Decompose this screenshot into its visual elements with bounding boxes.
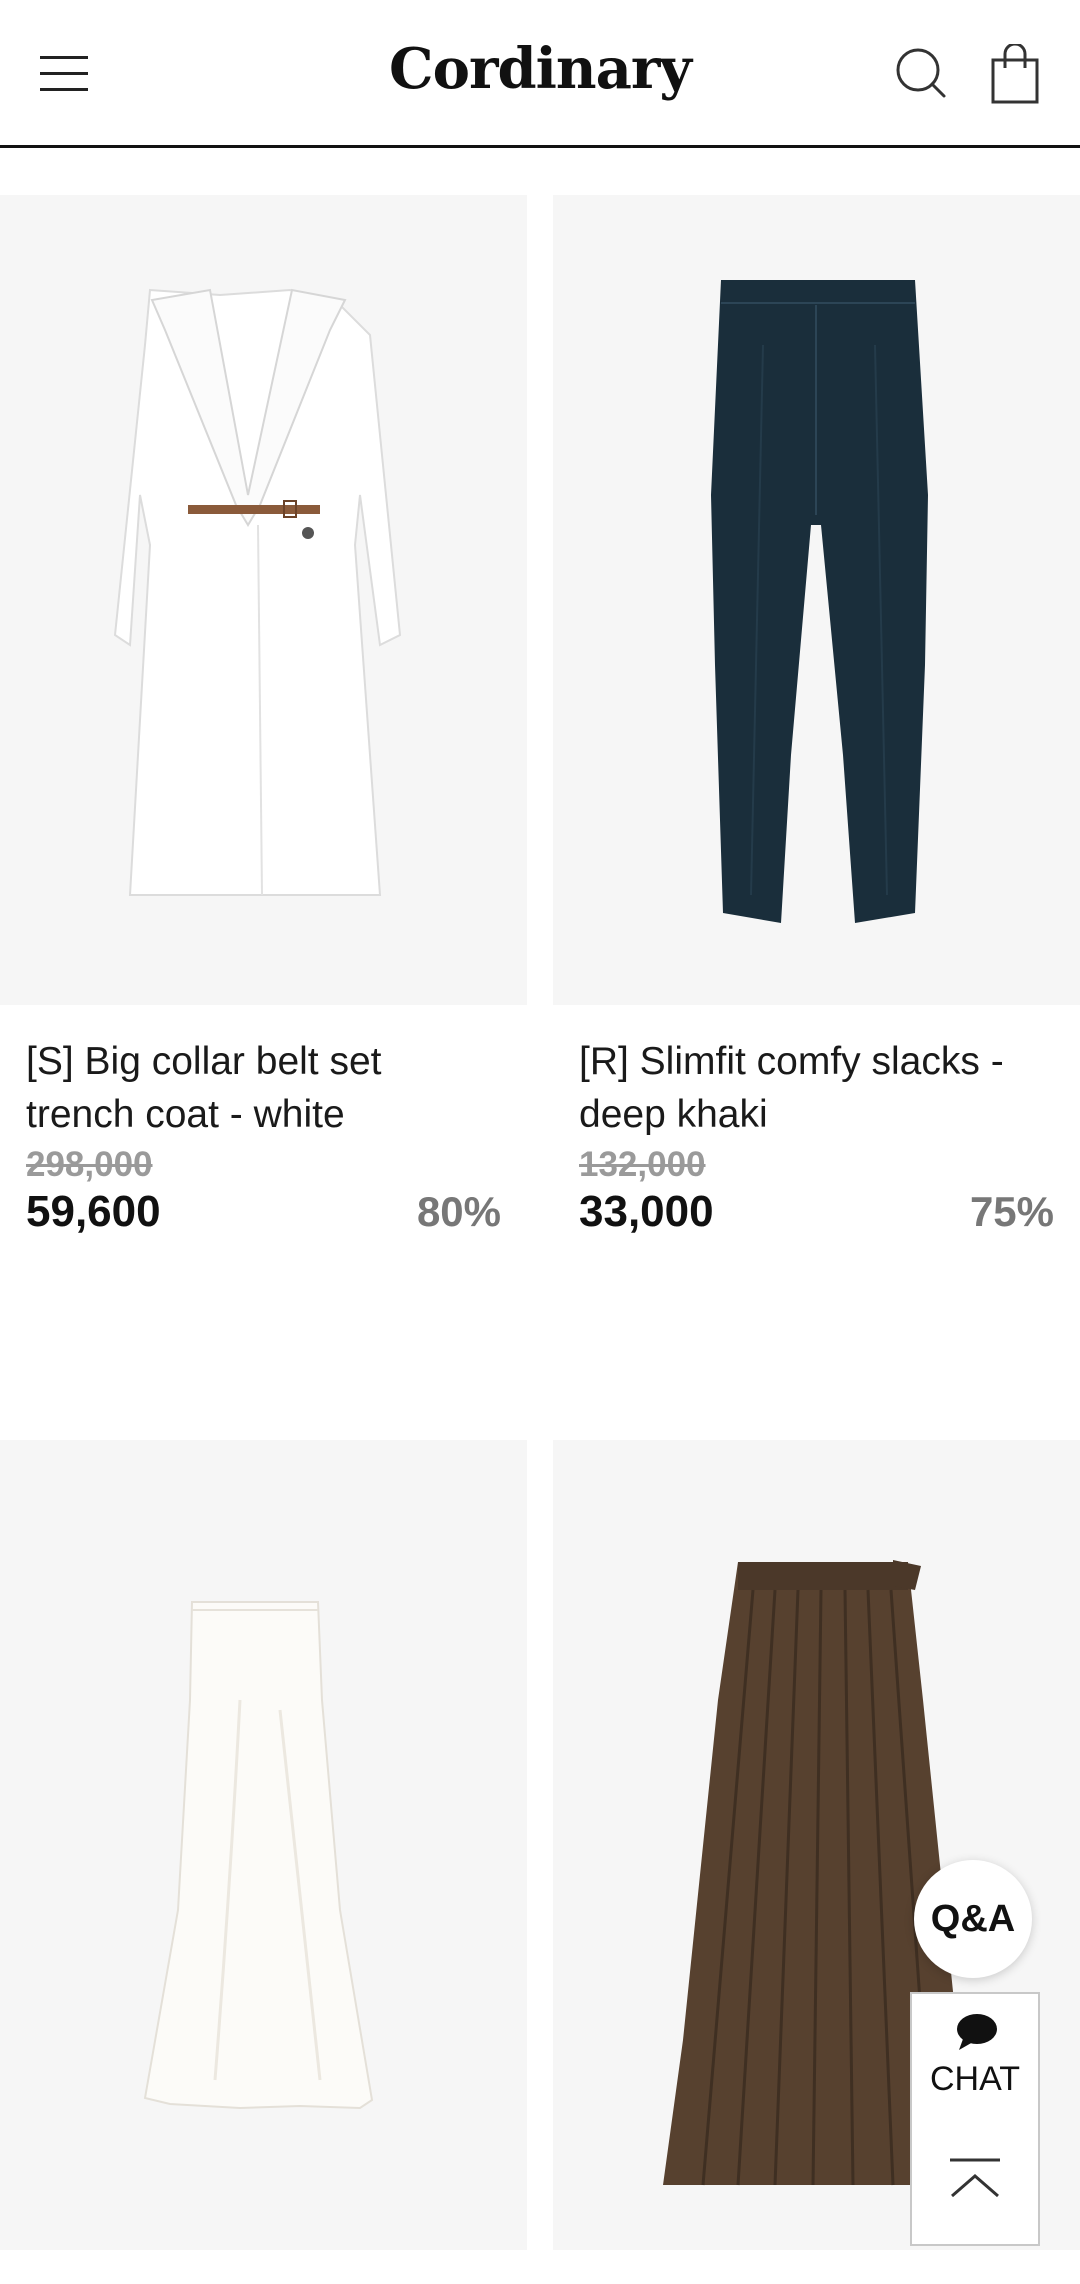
sale-price: 33,000	[579, 1187, 714, 1236]
product-name[interactable]: [R] Slimfit comfy slacks - deep khaki	[579, 1035, 1054, 1141]
product-name[interactable]: [S] Big collar belt set trench coat - wh…	[26, 1035, 501, 1141]
product-image-satin-skirt[interactable]	[0, 1440, 527, 2250]
product-card[interactable]: [R] Slimfit comfy slacks - deep khaki 13…	[553, 195, 1080, 1237]
scroll-to-top-button[interactable]	[910, 2116, 1040, 2246]
price-row: 59,600 80%	[26, 1187, 501, 1237]
chat-label: CHAT	[929, 2060, 1021, 2098]
product-image-slacks[interactable]	[553, 195, 1080, 1005]
product-name-line: [R] Slimfit comfy slacks -	[579, 1040, 1004, 1083]
product-name-line: deep khaki	[579, 1093, 768, 1136]
search-icon[interactable]	[894, 46, 948, 100]
speech-bubble-icon	[957, 2014, 997, 2050]
scroll-to-top-icon	[950, 2158, 1000, 2198]
discount-rate: 80%	[416, 1188, 501, 1235]
shopping-bag-icon[interactable]	[990, 42, 1040, 104]
hamburger-menu-icon[interactable]	[40, 54, 88, 94]
product-card[interactable]: [S] Big collar belt set trench coat - wh…	[0, 195, 527, 1237]
original-price: 132,000	[579, 1145, 706, 1184]
original-price: 298,000	[26, 1145, 153, 1184]
brand-logo[interactable]: Cordinary	[340, 36, 740, 102]
chat-button[interactable]: CHAT	[910, 1992, 1040, 2118]
sale-price: 59,600	[26, 1187, 161, 1236]
product-card[interactable]	[0, 1440, 527, 2250]
qa-button[interactable]: Q&A	[914, 1860, 1032, 1978]
header: Cordinary	[0, 0, 1080, 148]
discount-rate: 75%	[969, 1188, 1054, 1235]
product-image-trench-coat[interactable]	[0, 195, 527, 1005]
price-row: 33,000 75%	[579, 1187, 1054, 1237]
product-name-line: [S] Big collar belt set	[26, 1040, 382, 1083]
product-name-line: trench coat - white	[26, 1093, 345, 1136]
